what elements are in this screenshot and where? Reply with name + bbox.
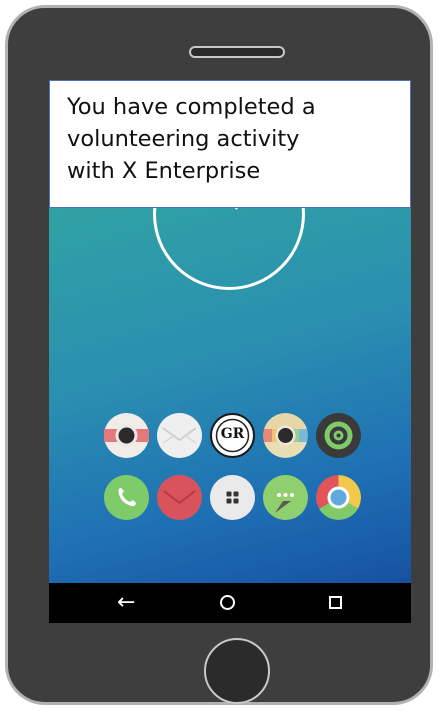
home-circle-icon[interactable] (220, 595, 235, 610)
music-icon[interactable] (316, 413, 361, 458)
back-arrow-icon[interactable]: ← (117, 590, 135, 615)
android-nav-bar: ← (49, 583, 411, 623)
notification-line-3: with X Enterprise (67, 158, 261, 184)
gr-logo-text: GR (220, 426, 245, 442)
app-row-1: GR (104, 413, 361, 458)
mail-icon[interactable] (157, 413, 202, 458)
speaker-grille (189, 46, 285, 58)
gr-logo-icon[interactable]: GR (210, 413, 255, 458)
chrome-icon[interactable] (316, 475, 361, 520)
home-button[interactable] (204, 638, 270, 704)
notification-line-1: You have completed a (67, 94, 316, 120)
gallery-icon[interactable] (263, 413, 308, 458)
camera-icon[interactable] (104, 413, 149, 458)
app-row-2 (104, 475, 361, 520)
apps-icon[interactable] (210, 475, 255, 520)
recent-apps-icon[interactable] (329, 596, 342, 609)
notification-banner[interactable]: You have completed a volunteering activi… (49, 80, 411, 208)
phone-icon[interactable] (104, 475, 149, 520)
phone-screen: You have completed a volunteering activi… (49, 80, 411, 623)
messages-icon[interactable] (263, 475, 308, 520)
email-icon[interactable] (157, 475, 202, 520)
notification-line-2: volunteering activity (67, 126, 300, 152)
